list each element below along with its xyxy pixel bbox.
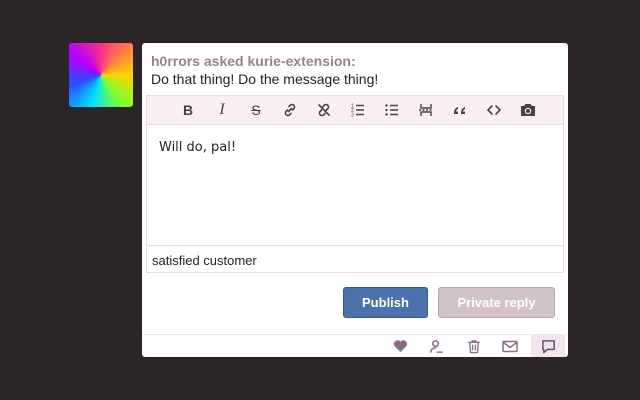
strikethrough-icon[interactable]: S xyxy=(239,96,273,124)
html-code-icon[interactable] xyxy=(477,96,511,124)
trash-icon[interactable] xyxy=(457,335,491,357)
tags-field[interactable]: satisfied customer xyxy=(146,245,564,273)
answer-text[interactable]: Will do, pal! xyxy=(159,140,236,155)
read-more-icon[interactable] xyxy=(409,96,443,124)
italic-icon[interactable]: I xyxy=(205,96,239,124)
private-reply-button[interactable]: Private reply xyxy=(438,287,555,318)
camera-icon[interactable] xyxy=(511,96,545,124)
question-text: Do that thing! Do the message thing! xyxy=(151,71,379,87)
svg-text:3: 3 xyxy=(351,113,354,119)
bold-icon[interactable]: B xyxy=(171,96,205,124)
formatting-toolbar: B I S 123 xyxy=(147,96,563,125)
ask-post-card: h0rrors asked kurie-extension: Do that t… xyxy=(142,43,568,357)
link-icon[interactable] xyxy=(273,96,307,124)
mail-icon[interactable] xyxy=(493,335,527,357)
blockquote-icon[interactable] xyxy=(443,96,477,124)
unlink-icon[interactable] xyxy=(307,96,341,124)
asker-line: h0rrors asked kurie-extension: xyxy=(151,53,356,69)
heart-icon[interactable] xyxy=(383,335,417,357)
publish-button[interactable]: Publish xyxy=(343,287,428,318)
unordered-list-icon[interactable] xyxy=(375,96,409,124)
ordered-list-icon[interactable]: 123 xyxy=(341,96,375,124)
post-footer xyxy=(142,334,568,357)
reply-icon[interactable] xyxy=(531,335,565,357)
tags-input[interactable]: satisfied customer xyxy=(152,253,257,268)
asker-avatar[interactable] xyxy=(69,43,133,107)
user-edit-icon[interactable] xyxy=(419,335,453,357)
